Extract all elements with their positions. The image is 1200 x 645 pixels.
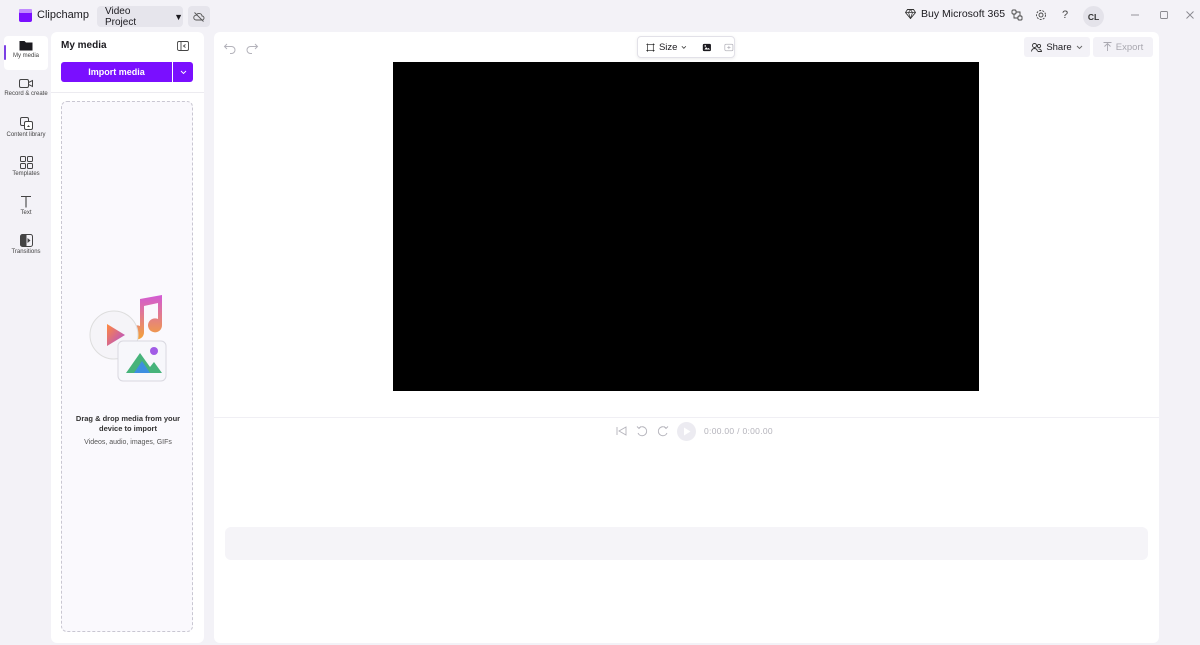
diamond-icon (905, 9, 916, 19)
chevron-down-icon (1076, 45, 1082, 49)
captions-icon[interactable] (724, 42, 734, 53)
media-panel: My media Import media Drag & drop media … (51, 32, 204, 643)
rail-label: Transitions (11, 249, 41, 255)
time-display: 0:00.00 / 0:00.00 (704, 426, 773, 436)
library-icon (19, 117, 33, 130)
share-nodes-icon (1011, 9, 1023, 21)
chevron-down-icon (180, 70, 186, 74)
rail-item-my-media[interactable]: My media (4, 36, 48, 70)
editor-area: Size Share Export 0:00.00 / 0:00.00 (214, 32, 1159, 643)
text-icon (21, 195, 31, 208)
help-icon[interactable]: ? (1058, 8, 1072, 22)
upload-icon (1103, 42, 1112, 51)
import-options-button[interactable] (173, 62, 193, 82)
camera-icon (19, 79, 33, 88)
rail-label: Text (20, 210, 32, 216)
rail-item-templates[interactable]: Templates (4, 153, 48, 187)
export-label: Export (1115, 41, 1144, 53)
media-illustration-icon (89, 295, 167, 382)
rail-item-transitions[interactable]: Transitions (4, 231, 48, 265)
redo-icon[interactable] (245, 40, 259, 54)
rail-label: My media (12, 53, 39, 59)
project-name-button[interactable]: Video Project ▼ (97, 5, 183, 28)
buy-microsoft-365-button[interactable]: Buy Microsoft 365 (905, 8, 1005, 20)
maximize-icon[interactable] (1157, 8, 1171, 22)
drop-supported-types: Videos, audio, images, GIFs (84, 439, 172, 446)
background-remove-icon[interactable] (702, 42, 712, 53)
rail-item-record-create[interactable]: Record & create (4, 75, 48, 109)
close-icon[interactable] (1183, 8, 1197, 22)
import-media-button[interactable]: Import media (61, 62, 172, 82)
stage-divider (214, 417, 1159, 418)
drop-instructions: Drag & drop media from your device to im… (75, 414, 181, 433)
title-bar: Clipchamp Video Project ▼ Buy Microsoft … (0, 0, 1200, 32)
share-label: Share (1046, 41, 1072, 53)
grid-icon (19, 156, 33, 169)
cloud-sync-button[interactable] (188, 6, 210, 27)
panel-divider (51, 92, 204, 93)
forward-5s-icon[interactable] (656, 424, 670, 438)
timeline-track[interactable] (225, 527, 1148, 560)
connections-button[interactable] (1010, 8, 1024, 22)
clipchamp-logo-icon (19, 9, 32, 22)
undo-icon[interactable] (223, 40, 237, 54)
left-rail: My media Record & create Content library… (4, 33, 48, 643)
media-drop-zone[interactable]: Drag & drop media from your device to im… (61, 101, 193, 632)
buy-label: Buy Microsoft 365 (921, 8, 1006, 20)
rail-label: Content library (6, 132, 46, 138)
play-icon (683, 427, 690, 435)
app-name: Clipchamp (37, 9, 89, 21)
people-icon (1031, 42, 1043, 52)
chevron-down-icon (681, 45, 687, 49)
transition-icon (19, 234, 33, 247)
rail-label: Record & create (4, 91, 48, 97)
minimize-icon[interactable] (1128, 8, 1142, 22)
rail-item-text[interactable]: Text (4, 192, 48, 226)
panel-title: My media (61, 40, 107, 51)
video-preview-canvas[interactable] (393, 62, 979, 391)
cloud-off-icon (193, 11, 205, 22)
collapse-panel-icon[interactable] (177, 40, 189, 52)
rail-label: Templates (12, 171, 40, 177)
export-button[interactable]: Export (1093, 37, 1153, 57)
size-button[interactable]: Size (659, 42, 677, 53)
caret-down-icon: ▼ (174, 11, 183, 22)
project-name: Video Project (105, 5, 137, 28)
playback-controls: 0:00.00 / 0:00.00 (614, 420, 773, 442)
settings-button[interactable] (1034, 8, 1048, 22)
gear-icon (1036, 10, 1046, 20)
avatar[interactable]: CL (1083, 6, 1104, 27)
play-button[interactable] (677, 421, 696, 441)
aspect-ratio-icon (646, 42, 655, 52)
preview-toolbar: Size (637, 36, 735, 58)
rail-item-content-library[interactable]: Content library (4, 114, 48, 148)
share-button[interactable]: Share (1024, 37, 1090, 57)
rewind-5s-icon[interactable] (635, 424, 649, 438)
folder-icon (19, 41, 33, 51)
skip-to-start-icon[interactable] (614, 424, 628, 438)
